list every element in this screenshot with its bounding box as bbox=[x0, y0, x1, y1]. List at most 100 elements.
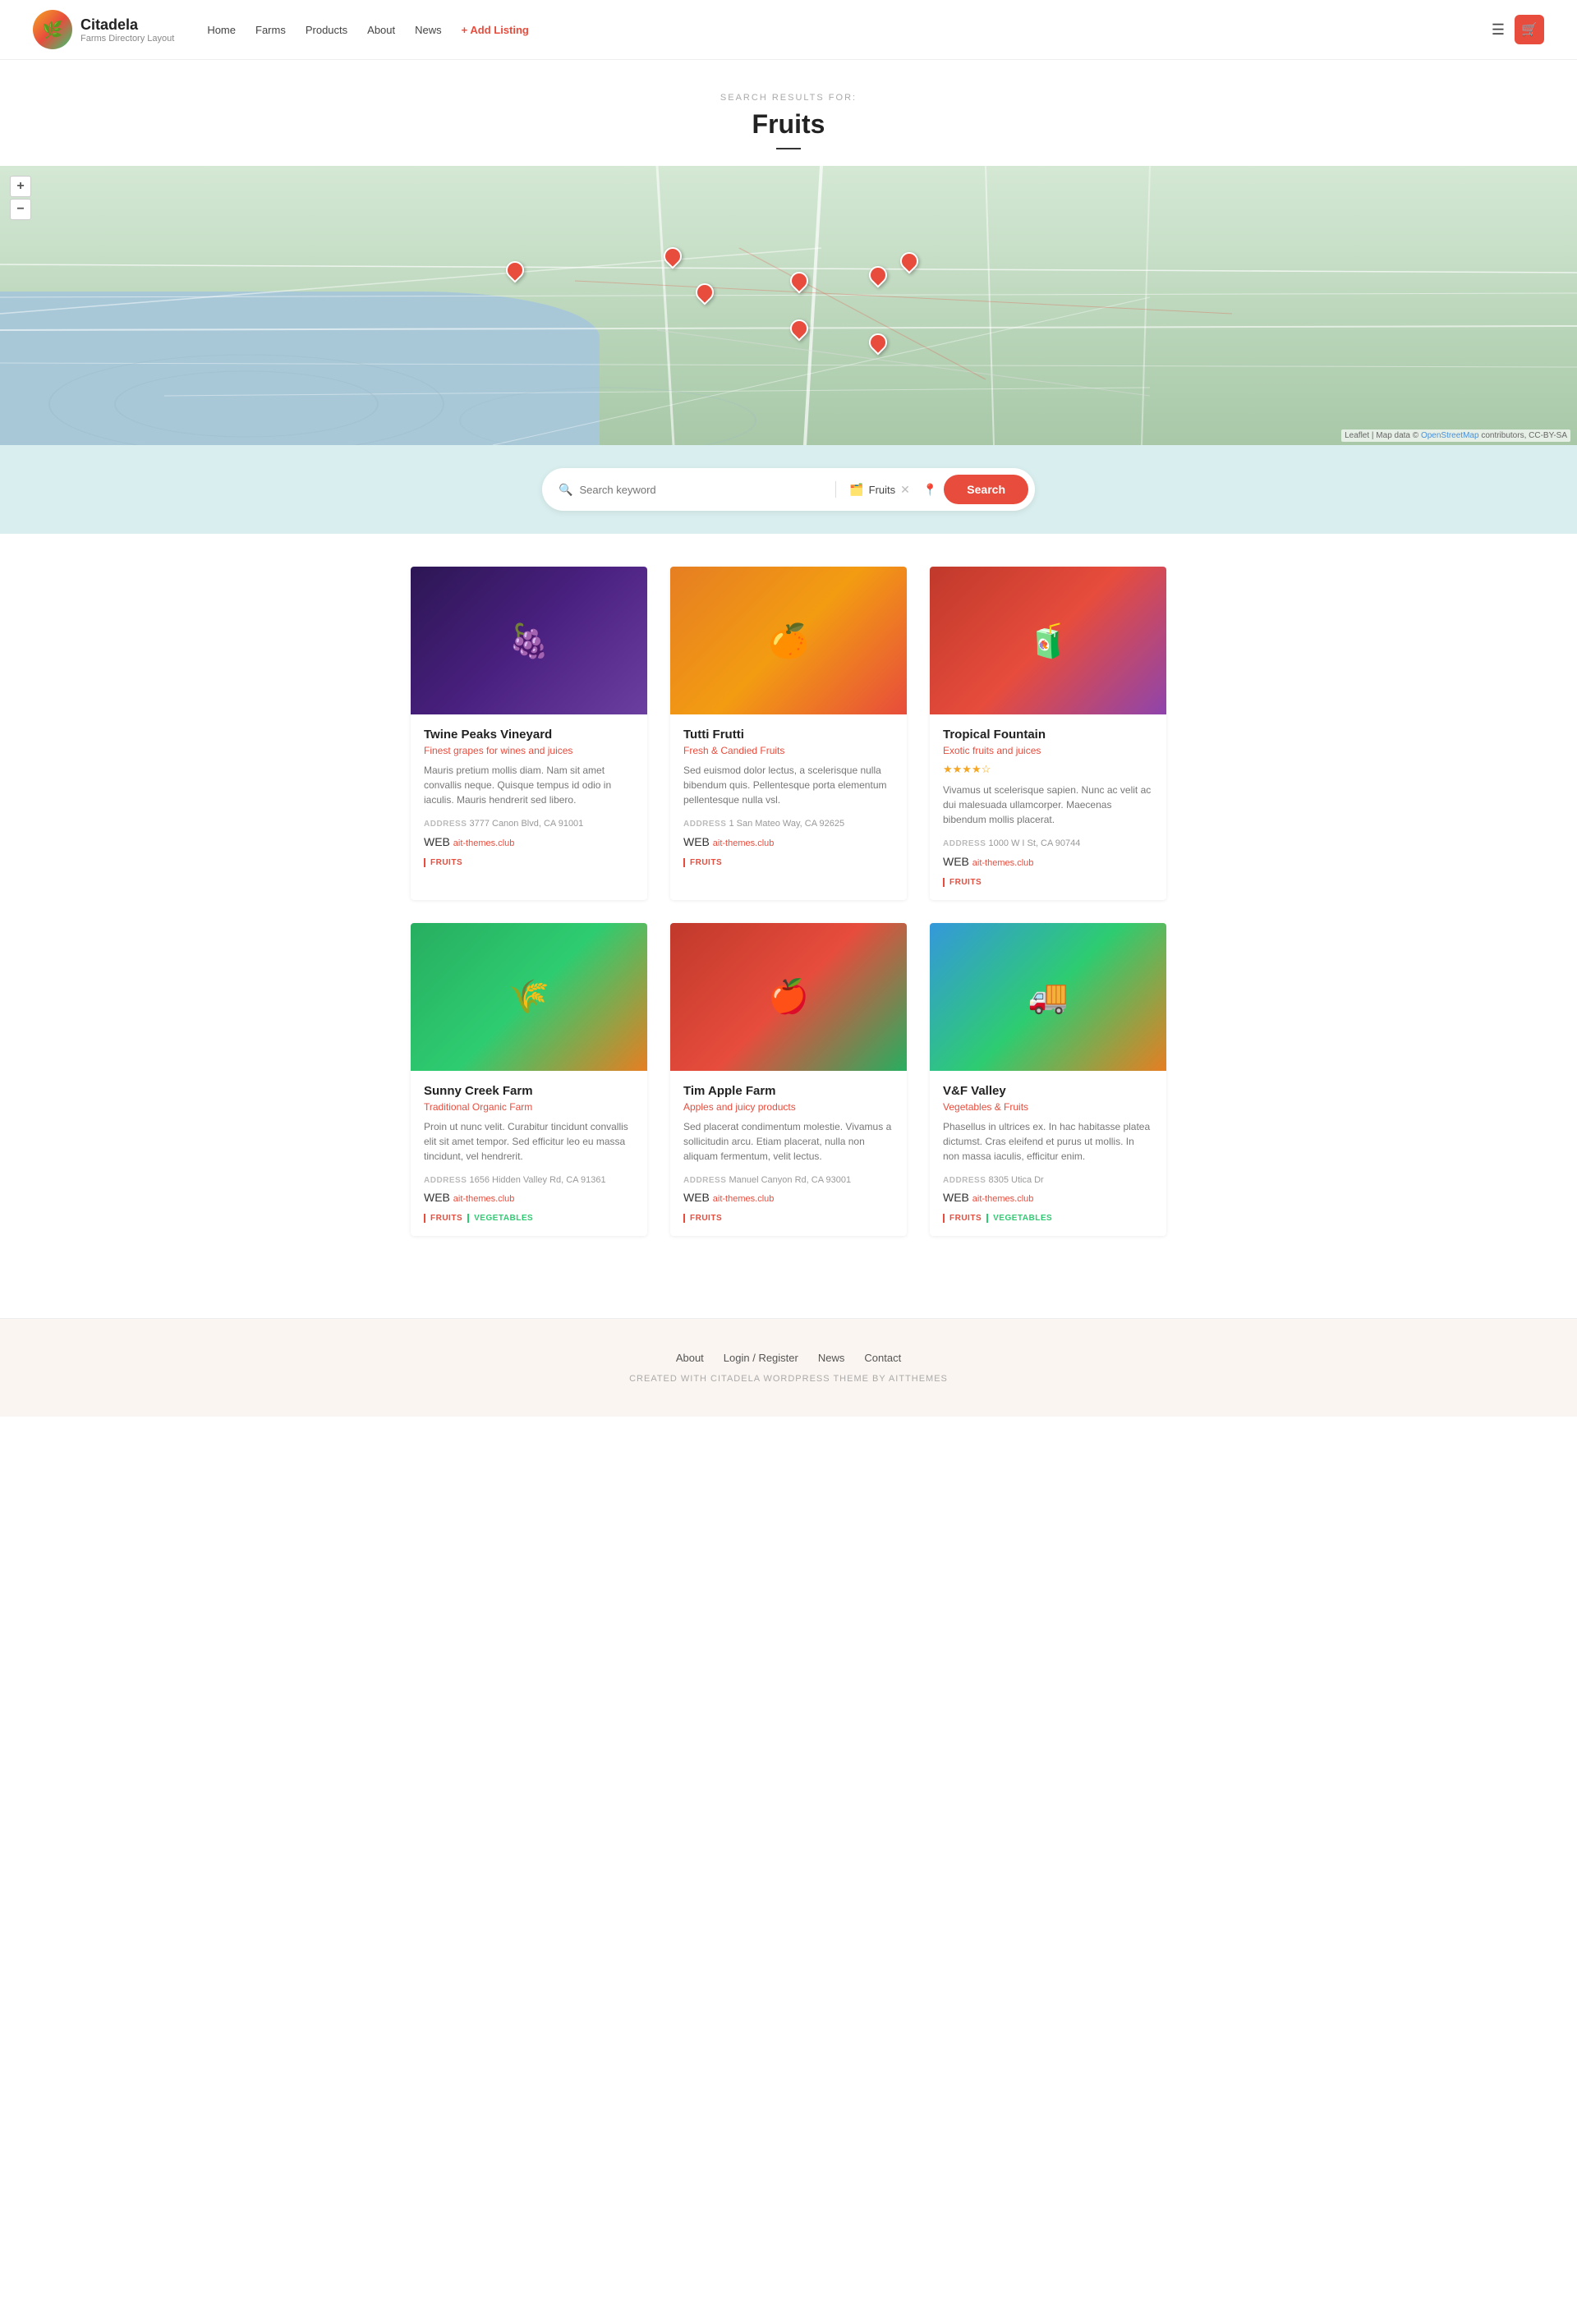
listing-tags-3: FRUITS bbox=[943, 878, 1153, 887]
map-background: + − Leaflet | Map data © OpenStreetMap c… bbox=[0, 166, 1577, 445]
listing-image-2: 🍊 bbox=[670, 567, 907, 714]
search-category: 🗂️ Fruits ✕ bbox=[843, 483, 917, 497]
listing-tags-4: FRUITS VEGETABLES bbox=[424, 1214, 634, 1223]
listing-body-1: Twine Peaks Vineyard Finest grapes for w… bbox=[411, 714, 647, 880]
tag-fruits-4: FRUITS bbox=[424, 1214, 462, 1223]
map-pin-1[interactable] bbox=[504, 261, 522, 284]
nav-products[interactable]: Products bbox=[306, 24, 347, 36]
map-container[interactable]: + − Leaflet | Map data © OpenStreetMap c… bbox=[0, 166, 1577, 445]
listing-body-2: Tutti Frutti Fresh & Candied Fruits Sed … bbox=[670, 714, 907, 880]
listing-address-5: ADDRESS Manuel Canyon Rd, CA 93001 bbox=[683, 1173, 894, 1188]
nav-farms[interactable]: Farms bbox=[255, 24, 286, 36]
nav-home[interactable]: Home bbox=[207, 24, 236, 36]
listing-body-3: Tropical Fountain Exotic fruits and juic… bbox=[930, 714, 1166, 900]
cart-button[interactable]: 🛒 bbox=[1515, 15, 1544, 44]
tag-fruits-5: FRUITS bbox=[683, 1214, 722, 1223]
listing-category-1: Finest grapes for wines and juices bbox=[424, 745, 634, 756]
listing-web-link-2[interactable]: ait-themes.club bbox=[713, 838, 775, 848]
map-pin-6[interactable] bbox=[788, 319, 807, 342]
tag-vegetables-6: VEGETABLES bbox=[986, 1214, 1052, 1223]
location-icon[interactable]: 📍 bbox=[923, 483, 937, 497]
listing-web-link-4[interactable]: ait-themes.club bbox=[453, 1194, 515, 1204]
map-zoom-out[interactable]: − bbox=[10, 199, 31, 220]
nav-about[interactable]: About bbox=[367, 24, 395, 36]
listing-web-2: WEB ait-themes.club bbox=[683, 835, 894, 848]
listings-section: 🍇 Twine Peaks Vineyard Finest grapes for… bbox=[394, 567, 1183, 1285]
listing-web-link-3[interactable]: ait-themes.club bbox=[972, 858, 1034, 868]
listing-category-6: Vegetables & Fruits bbox=[943, 1101, 1153, 1113]
listing-web-6: WEB ait-themes.club bbox=[943, 1191, 1153, 1204]
listing-body-6: V&F Valley Vegetables & Fruits Phasellus… bbox=[930, 1071, 1166, 1237]
listing-web-link-6[interactable]: ait-themes.club bbox=[972, 1194, 1034, 1204]
footer-credit: CREATED WITH CITADELA WORDPRESS THEME BY… bbox=[16, 1374, 1561, 1384]
listing-card: 🧃 Tropical Fountain Exotic fruits and ju… bbox=[930, 567, 1166, 900]
listing-desc-5: Sed placerat condimentum molestie. Vivam… bbox=[683, 1119, 894, 1164]
tag-fruits-1: FRUITS bbox=[424, 858, 462, 867]
listing-image-5: 🍎 bbox=[670, 923, 907, 1071]
search-keyword-input[interactable] bbox=[579, 484, 829, 496]
search-button[interactable]: Search bbox=[944, 475, 1028, 504]
listing-stars-3: ★★★★☆ bbox=[943, 763, 1153, 776]
logo[interactable]: 🌿 Citadela Farms Directory Layout bbox=[33, 10, 174, 49]
site-header: 🌿 Citadela Farms Directory Layout Home F… bbox=[0, 0, 1577, 60]
osm-link[interactable]: OpenStreetMap bbox=[1421, 431, 1479, 440]
logo-icon: 🌿 bbox=[33, 10, 72, 49]
listing-category-2: Fresh & Candied Fruits bbox=[683, 745, 894, 756]
listing-desc-4: Proin ut nunc velit. Curabitur tincidunt… bbox=[424, 1119, 634, 1164]
map-pin-3[interactable] bbox=[788, 272, 807, 295]
category-clear-icon[interactable]: ✕ bbox=[900, 483, 910, 497]
footer-news[interactable]: News bbox=[818, 1352, 845, 1364]
page-title-area: SEARCH RESULTS FOR: Fruits bbox=[0, 60, 1577, 166]
listing-card: 🍎 Tim Apple Farm Apples and juicy produc… bbox=[670, 923, 907, 1237]
footer-contact[interactable]: Contact bbox=[864, 1352, 901, 1364]
footer-about[interactable]: About bbox=[676, 1352, 704, 1364]
search-divider bbox=[835, 481, 836, 498]
hamburger-button[interactable]: ☰ bbox=[1492, 21, 1505, 39]
listing-image-4: 🌾 bbox=[411, 923, 647, 1071]
listings-grid: 🍇 Twine Peaks Vineyard Finest grapes for… bbox=[411, 567, 1166, 1236]
listing-tags-5: FRUITS bbox=[683, 1214, 894, 1223]
listing-tags-1: FRUITS bbox=[424, 858, 634, 867]
tag-fruits-2: FRUITS bbox=[683, 858, 722, 867]
footer-login[interactable]: Login / Register bbox=[724, 1352, 798, 1364]
listing-name-5: Tim Apple Farm bbox=[683, 1084, 894, 1098]
map-pin-7[interactable] bbox=[867, 333, 885, 356]
map-pin-2[interactable] bbox=[694, 283, 712, 306]
nav-add-listing[interactable]: + Add Listing bbox=[462, 24, 529, 36]
listing-name-4: Sunny Creek Farm bbox=[424, 1084, 634, 1098]
logo-title: Citadela bbox=[80, 16, 174, 34]
listing-web-5: WEB ait-themes.club bbox=[683, 1191, 894, 1204]
listing-web-link-1[interactable]: ait-themes.club bbox=[453, 838, 515, 848]
map-zoom-in[interactable]: + bbox=[10, 176, 31, 197]
listing-body-5: Tim Apple Farm Apples and juicy products… bbox=[670, 1071, 907, 1237]
listing-card: 🌾 Sunny Creek Farm Traditional Organic F… bbox=[411, 923, 647, 1237]
main-nav: Home Farms Products About News + Add Lis… bbox=[207, 24, 1492, 36]
tag-fruits-6: FRUITS bbox=[943, 1214, 982, 1223]
map-controls: + − bbox=[10, 176, 31, 220]
map-roads bbox=[0, 166, 1577, 445]
page-main-title: Fruits bbox=[16, 109, 1561, 140]
listing-web-link-5[interactable]: ait-themes.club bbox=[713, 1194, 775, 1204]
listing-address-2: ADDRESS 1 San Mateo Way, CA 92625 bbox=[683, 817, 894, 832]
listing-address-4: ADDRESS 1656 Hidden Valley Rd, CA 91361 bbox=[424, 1173, 634, 1188]
search-icon: 🔍 bbox=[559, 483, 572, 497]
map-pin-4[interactable] bbox=[867, 266, 885, 289]
listing-address-1: ADDRESS 3777 Canon Blvd, CA 91001 bbox=[424, 817, 634, 832]
nav-news[interactable]: News bbox=[415, 24, 442, 36]
logo-subtitle: Farms Directory Layout bbox=[80, 34, 174, 44]
map-pin-8[interactable] bbox=[662, 247, 680, 270]
listing-name-1: Twine Peaks Vineyard bbox=[424, 728, 634, 742]
listing-desc-1: Mauris pretium mollis diam. Nam sit amet… bbox=[424, 763, 634, 807]
listing-desc-2: Sed euismod dolor lectus, a scelerisque … bbox=[683, 763, 894, 807]
search-section: 🔍 🗂️ Fruits ✕ 📍 Search bbox=[0, 445, 1577, 534]
listing-category-5: Apples and juicy products bbox=[683, 1101, 894, 1113]
listing-desc-6: Phasellus in ultrices ex. In hac habitas… bbox=[943, 1119, 1153, 1164]
listing-web-4: WEB ait-themes.club bbox=[424, 1191, 634, 1204]
map-pin-5[interactable] bbox=[899, 252, 917, 275]
search-results-label: SEARCH RESULTS FOR: bbox=[16, 93, 1561, 103]
footer-nav: About Login / Register News Contact bbox=[16, 1352, 1561, 1364]
map-attribution: Leaflet | Map data © OpenStreetMap contr… bbox=[1341, 429, 1570, 442]
listing-tags-6: FRUITS VEGETABLES bbox=[943, 1214, 1153, 1223]
listing-name-3: Tropical Fountain bbox=[943, 728, 1153, 742]
listing-name-6: V&F Valley bbox=[943, 1084, 1153, 1098]
